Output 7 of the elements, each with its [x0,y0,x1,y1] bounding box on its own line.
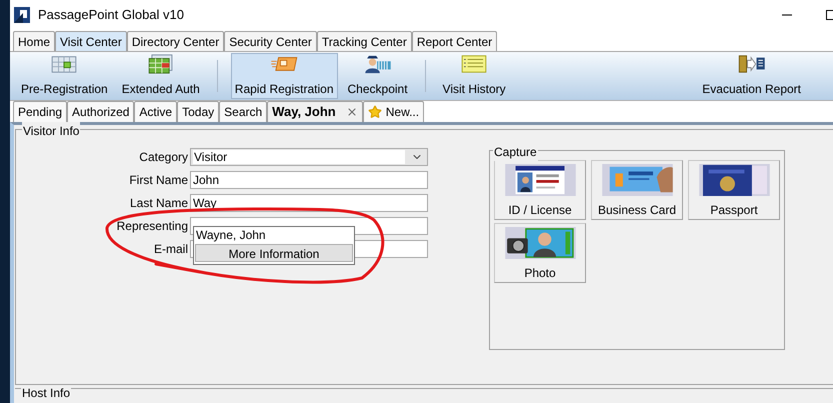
window-title: PassagePoint Global v10 [38,6,184,24]
field-label: Representing [116,218,189,235]
field-label: First Name [128,172,189,189]
field-label: Last Name [128,195,189,212]
field-label: E-mail [152,241,189,258]
field-label: Category [138,149,189,166]
section-title: Host Info [21,387,72,399]
